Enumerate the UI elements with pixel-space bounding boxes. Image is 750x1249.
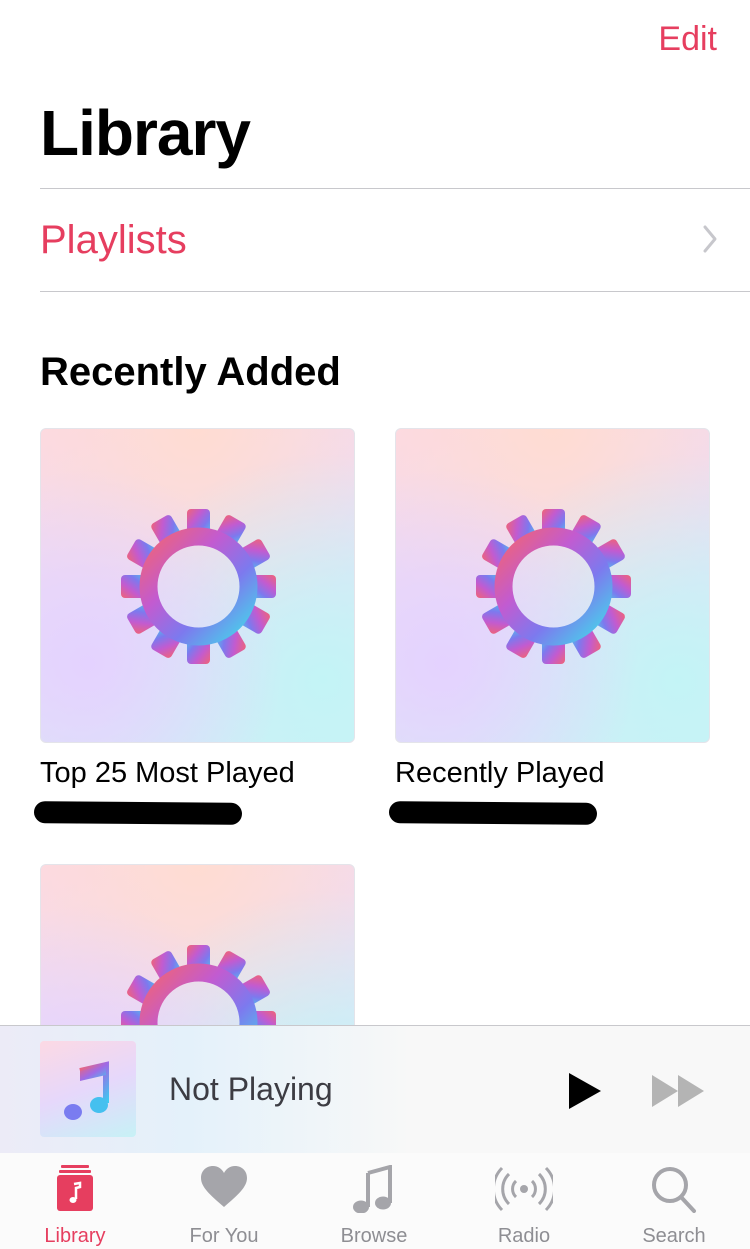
section-heading-recently-added: Recently Added xyxy=(40,350,341,394)
tab-radio[interactable]: Radio xyxy=(449,1153,599,1249)
chevron-right-icon xyxy=(703,225,717,253)
tab-label: Library xyxy=(44,1225,106,1247)
music-note-icon xyxy=(353,1165,392,1213)
fast-forward-icon[interactable] xyxy=(651,1074,705,1108)
music-note-icon xyxy=(64,1061,109,1120)
redacted-subtitle xyxy=(388,801,598,825)
now-playing-status: Not Playing xyxy=(169,1071,333,1107)
page-title: Library xyxy=(40,97,251,169)
playlist-artwork xyxy=(395,428,710,743)
playlist-title: Recently Played xyxy=(395,757,605,789)
tab-library[interactable]: Library xyxy=(0,1153,150,1249)
heart-icon xyxy=(201,1166,247,1207)
playlists-label: Playlists xyxy=(40,218,187,262)
mini-player[interactable]: Not Playing xyxy=(0,1025,750,1154)
tab-for-you[interactable]: For You xyxy=(149,1153,299,1249)
tab-browse[interactable]: Browse xyxy=(299,1153,449,1249)
tab-label: Radio xyxy=(497,1225,551,1247)
tab-search[interactable]: Search xyxy=(599,1153,749,1249)
tab-label: Browse xyxy=(340,1225,408,1247)
library-icon xyxy=(57,1165,93,1211)
divider xyxy=(40,291,750,292)
divider xyxy=(40,188,750,189)
tab-label: For You xyxy=(189,1225,259,1247)
gear-icon xyxy=(121,509,276,664)
radio-icon xyxy=(495,1166,553,1212)
tab-bar: Library For You Browse Radio Search xyxy=(0,1153,750,1249)
playlist-card[interactable]: Recently Played xyxy=(388,428,710,825)
playlist-card[interactable]: Top 25 Most Played xyxy=(33,428,355,825)
playlist-title: Top 25 Most Played xyxy=(40,757,295,789)
redacted-subtitle xyxy=(33,801,243,825)
now-playing-artwork xyxy=(40,1041,136,1137)
tab-label: Search xyxy=(642,1225,706,1247)
search-icon xyxy=(652,1167,696,1213)
play-icon[interactable] xyxy=(567,1072,603,1110)
gear-icon xyxy=(476,509,631,664)
playlist-artwork xyxy=(40,428,355,743)
edit-button[interactable]: Edit xyxy=(658,20,717,59)
